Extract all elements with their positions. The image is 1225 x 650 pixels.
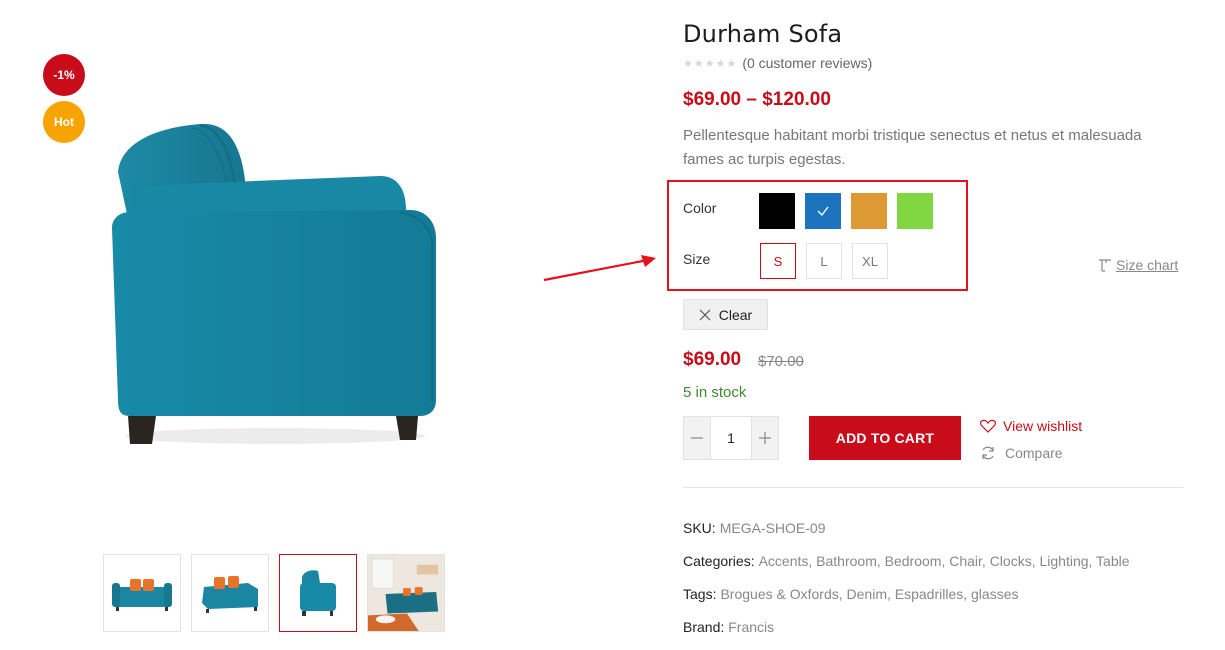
star-rating-icon: ★★★★★ <box>683 57 738 70</box>
tags-links[interactable]: Brogues & Oxfords, Denim, Espadrilles, g… <box>720 586 1018 602</box>
clear-button[interactable]: Clear <box>683 299 768 330</box>
product-title: Durham Sofa <box>683 20 843 48</box>
quantity-increase-button[interactable] <box>752 417 778 459</box>
price-range: $69.00 – $120.00 <box>683 89 831 110</box>
compare-link[interactable]: Compare <box>980 445 1063 461</box>
color-swatches <box>759 193 933 229</box>
size-option-l[interactable]: L <box>806 243 842 279</box>
compare-label: Compare <box>1005 445 1063 461</box>
size-option-s[interactable]: S <box>760 243 796 279</box>
color-label: Color <box>683 200 717 216</box>
reviews-link[interactable]: (0 customer reviews) <box>742 55 872 71</box>
size-chart-link[interactable]: Size chart <box>1097 257 1178 273</box>
quantity-decrease-button[interactable] <box>684 417 710 459</box>
thumbnail-strip <box>103 554 445 632</box>
brand-label: Brand: <box>683 619 725 635</box>
tags-label: Tags: <box>683 586 717 602</box>
minus-icon <box>691 437 703 439</box>
categories-label: Categories: <box>683 553 755 569</box>
check-icon <box>817 206 829 216</box>
variations-box: Color Size S L XL <box>667 180 968 291</box>
size-options: S L XL <box>760 243 888 279</box>
tags-row: Tags: Brogues & Oxfords, Denim, Espadrill… <box>683 586 1018 602</box>
sale-badge: -1% <box>43 54 85 96</box>
brand-link[interactable]: Francis <box>728 619 774 635</box>
heart-icon <box>980 419 996 433</box>
thumbnail-living-room[interactable] <box>367 554 445 632</box>
sku-label: SKU: <box>683 520 716 536</box>
quantity-input[interactable]: 1 <box>710 417 752 459</box>
categories-row: Categories: Accents, Bathroom, Bedroom, C… <box>683 553 1130 569</box>
product-main-image[interactable] <box>100 110 450 460</box>
categories-links[interactable]: Accents, Bathroom, Bedroom, Chair, Clock… <box>759 553 1130 569</box>
plus-icon <box>759 432 771 444</box>
sofa-side-image <box>112 123 436 444</box>
regular-price: $70.00 <box>758 353 804 370</box>
close-icon <box>699 309 711 320</box>
thumbnail-sofa-angle[interactable] <box>191 554 269 632</box>
refresh-icon <box>982 446 994 460</box>
color-swatch-black[interactable] <box>759 193 795 229</box>
sku-value: MEGA-SHOE-09 <box>719 520 826 536</box>
brand-row: Brand: Francis <box>683 619 774 635</box>
thumbnail-sofa-front[interactable] <box>103 554 181 632</box>
short-description: Pellentesque habitant morbi tristique se… <box>683 127 1142 168</box>
quantity-stepper: 1 <box>683 416 779 460</box>
add-to-cart-button[interactable]: ADD TO CART <box>809 416 961 460</box>
size-chart-label: Size chart <box>1116 257 1179 273</box>
color-swatch-blue[interactable] <box>805 193 841 229</box>
stock-status: 5 in stock <box>683 384 747 401</box>
variation-price: $69.00 <box>683 349 742 370</box>
hanger-icon <box>1099 259 1111 272</box>
size-label: Size <box>683 251 711 267</box>
wishlist-label: View wishlist <box>1003 418 1083 434</box>
rating-row: ★★★★★ (0 customer reviews) <box>683 55 872 71</box>
view-wishlist-link[interactable]: View wishlist <box>980 418 1082 434</box>
sku-row: SKU: MEGA-SHOE-09 <box>683 520 826 536</box>
color-swatch-green[interactable] <box>897 193 933 229</box>
divider <box>683 487 1183 488</box>
color-swatch-orange[interactable] <box>851 193 887 229</box>
size-option-xl[interactable]: XL <box>852 243 888 279</box>
thumbnail-sofa-side[interactable] <box>279 554 357 632</box>
clear-label: Clear <box>718 306 753 323</box>
hot-badge: Hot <box>43 101 85 143</box>
annotation-arrow-icon <box>543 255 656 282</box>
